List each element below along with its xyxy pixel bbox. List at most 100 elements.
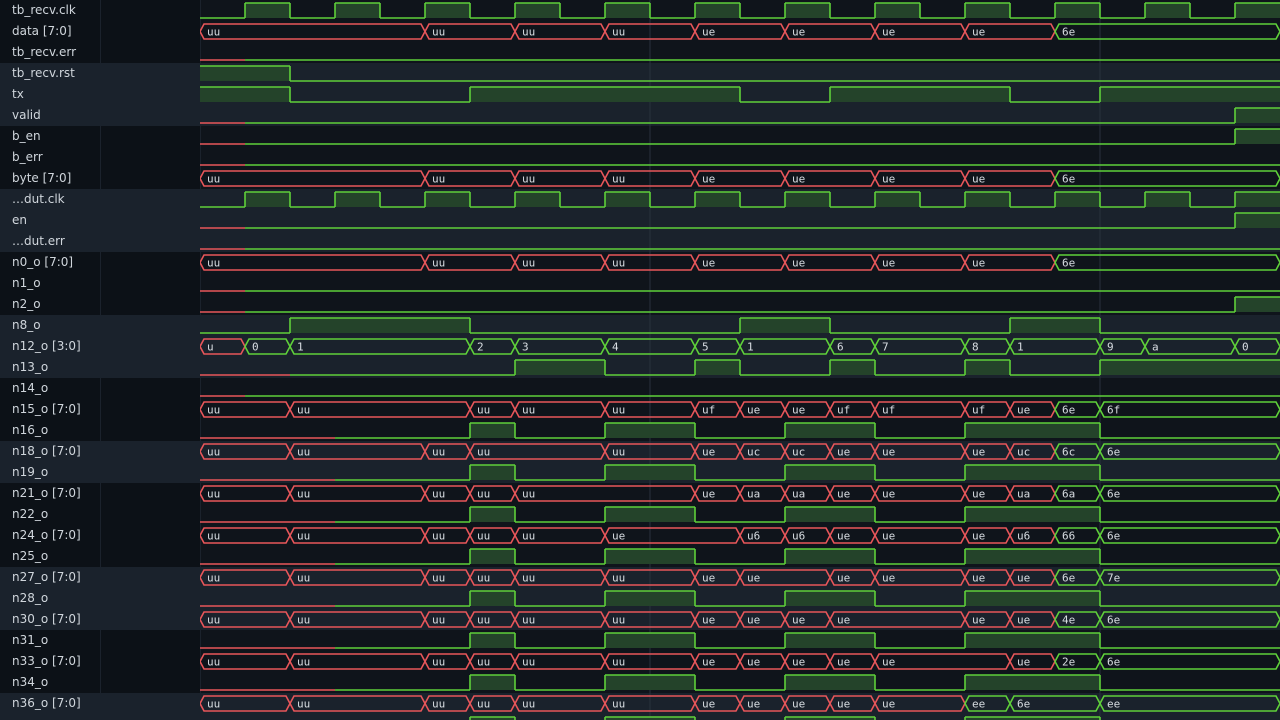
- signal-row-label[interactable]: valid: [0, 105, 200, 126]
- signal-row-label[interactable]: tb_recv.err: [0, 42, 200, 63]
- high-level-fill: [785, 3, 830, 18]
- signal-row-label[interactable]: n2_o: [0, 294, 200, 315]
- waveform-row[interactable]: [200, 128, 1280, 145]
- bus-value-segment[interactable]: [514, 485, 696, 502]
- bus-value-segment[interactable]: [1054, 170, 1280, 187]
- bus-value-label: uf: [972, 404, 985, 417]
- bus-value-segment[interactable]: [1054, 254, 1280, 271]
- signal-row-label[interactable]: [0, 714, 200, 720]
- bus-value-segment[interactable]: [289, 653, 426, 670]
- waveform-row[interactable]: [200, 296, 1280, 313]
- bus-value-segment[interactable]: [1054, 23, 1280, 40]
- bus-value-label: ue: [972, 446, 985, 459]
- signal-row-label[interactable]: n16_o: [0, 420, 200, 441]
- bus-value-label: uu: [612, 698, 625, 711]
- signal-row-label[interactable]: n31_o: [0, 630, 200, 651]
- waveform-row[interactable]: uu uu uu uu uu ue u6 u6 ue ue ue u6 66 6e: [200, 527, 1280, 544]
- signal-name-panel: tb_recv.clk data [7:0] tb_recv.err tb_recv.…: [0, 0, 201, 720]
- bus-value-label: uu: [612, 257, 625, 270]
- bus-value-label: uu: [207, 173, 220, 186]
- waveform-canvas[interactable]: uu uu uu uu ue ue ue ue 6euu uu uu uu ue ue ue ue 6euu uu…: [200, 0, 1280, 720]
- bus-value-label: ue: [702, 488, 715, 501]
- bus-value-label: uu: [522, 530, 535, 543]
- signal-row-label[interactable]: byte [7:0]: [0, 168, 200, 189]
- signal-row-label[interactable]: n25_o: [0, 546, 200, 567]
- signal-row-label[interactable]: n21_o [7:0]: [0, 483, 200, 504]
- waveform-row[interactable]: uu uu uu uu uu ue ua ua ue ue ue ua 6a 6e: [200, 485, 1280, 502]
- bus-value-label: uf: [882, 404, 895, 417]
- signal-row-label[interactable]: n18_o [7:0]: [0, 441, 200, 462]
- bus-value-segment[interactable]: [1099, 401, 1280, 418]
- signal-row-label[interactable]: en: [0, 210, 200, 231]
- signal-row-label[interactable]: b_err: [0, 147, 200, 168]
- signal-row-label[interactable]: data [7:0]: [0, 21, 200, 42]
- signal-name: n15_o [7:0]: [12, 402, 81, 416]
- bus-value-label: ua: [1017, 488, 1030, 501]
- bus-value-segment[interactable]: [289, 527, 426, 544]
- bus-value-label: uu: [522, 614, 535, 627]
- bus-value-segment[interactable]: [289, 485, 426, 502]
- waveform-row[interactable]: uu uu uu uu ue ue ue ue 6e: [200, 170, 1280, 187]
- signal-name: b_en: [12, 129, 41, 143]
- signal-row-label[interactable]: n15_o [7:0]: [0, 399, 200, 420]
- waveform-row[interactable]: uu uu uu uu ue ue ue ue 6e: [200, 23, 1280, 40]
- waveform-row[interactable]: uu uu uu uu uu uu ue ue ue ue ue ue 2e 6e: [200, 653, 1280, 670]
- signal-row-label[interactable]: n8_o: [0, 315, 200, 336]
- bus-value-label: uu: [477, 488, 490, 501]
- waveform-row[interactable]: [200, 548, 1280, 565]
- bus-value-label: ue: [972, 614, 985, 627]
- bus-value-segment[interactable]: [289, 401, 471, 418]
- waveform-row[interactable]: [200, 2, 1280, 19]
- waveform-row[interactable]: [200, 674, 1280, 691]
- signal-name: tb_recv.rst: [12, 66, 75, 80]
- waveform-row[interactable]: [200, 632, 1280, 649]
- bus-value-label: uu: [522, 26, 535, 39]
- bus-value-segment[interactable]: [200, 23, 426, 40]
- bus-value-segment[interactable]: [874, 653, 1011, 670]
- signal-row-label[interactable]: …dut.err: [0, 231, 200, 252]
- signal-row-label[interactable]: tb_recv.clk: [0, 0, 200, 21]
- high-level-fill: [605, 549, 695, 564]
- high-level-fill: [470, 423, 515, 438]
- bus-value-segment[interactable]: [200, 170, 426, 187]
- bus-value-label: uu: [432, 698, 445, 711]
- bus-value-segment[interactable]: [200, 254, 426, 271]
- signal-row-label[interactable]: n14_o: [0, 378, 200, 399]
- bus-value-label: uf: [702, 404, 715, 417]
- bus-value-segment[interactable]: [1099, 653, 1280, 670]
- waveform-row[interactable]: [200, 422, 1280, 439]
- high-level-fill: [605, 591, 695, 606]
- bus-value-label: uu: [477, 572, 490, 585]
- bus-value-segment[interactable]: [1099, 485, 1280, 502]
- waveform-row[interactable]: uu uu uu uu uu uf ue ue uf uf uf ue 6e 6f: [200, 401, 1280, 418]
- signal-row-label[interactable]: n30_o [7:0]: [0, 609, 200, 630]
- bus-value-segment[interactable]: [1099, 527, 1280, 544]
- signal-row-label[interactable]: n27_o [7:0]: [0, 567, 200, 588]
- waveform-row[interactable]: uu uu uu uu ue ue ue ue 6e: [200, 254, 1280, 271]
- signal-row-label[interactable]: …dut.clk: [0, 189, 200, 210]
- signal-row-label[interactable]: n24_o [7:0]: [0, 525, 200, 546]
- bus-value-label: uu: [432, 257, 445, 270]
- signal-row-label[interactable]: n36_o [7:0]: [0, 693, 200, 714]
- waveform-panel[interactable]: uu uu uu uu ue ue ue ue 6e uu uu uu uu ue ue ue ue 6e uu uu…: [200, 0, 1280, 720]
- signal-name: n24_o [7:0]: [12, 528, 81, 542]
- signal-row-label[interactable]: n33_o [7:0]: [0, 651, 200, 672]
- bus-value-label: ue: [972, 530, 985, 543]
- bus-value-segment[interactable]: [604, 527, 741, 544]
- signal-row-label[interactable]: n1_o: [0, 273, 200, 294]
- signal-row-label[interactable]: tb_recv.rst: [0, 63, 200, 84]
- signal-row-label[interactable]: n13_o: [0, 357, 200, 378]
- signal-row-label[interactable]: n22_o: [0, 504, 200, 525]
- signal-row-label[interactable]: n34_o: [0, 672, 200, 693]
- signal-row-label[interactable]: n28_o: [0, 588, 200, 609]
- signal-row-label[interactable]: tx: [0, 84, 200, 105]
- waveform-row[interactable]: [200, 506, 1280, 523]
- signal-row-label[interactable]: n0_o [7:0]: [0, 252, 200, 273]
- signal-row-label[interactable]: n19_o: [0, 462, 200, 483]
- signal-name: tx: [12, 87, 24, 101]
- bus-value-label: uu: [522, 404, 535, 417]
- signal-row-label[interactable]: n12_o [3:0]: [0, 336, 200, 357]
- signal-row-label[interactable]: b_en: [0, 126, 200, 147]
- bus-value-label: 6a: [1062, 488, 1075, 501]
- bus-value-label: uu: [612, 26, 625, 39]
